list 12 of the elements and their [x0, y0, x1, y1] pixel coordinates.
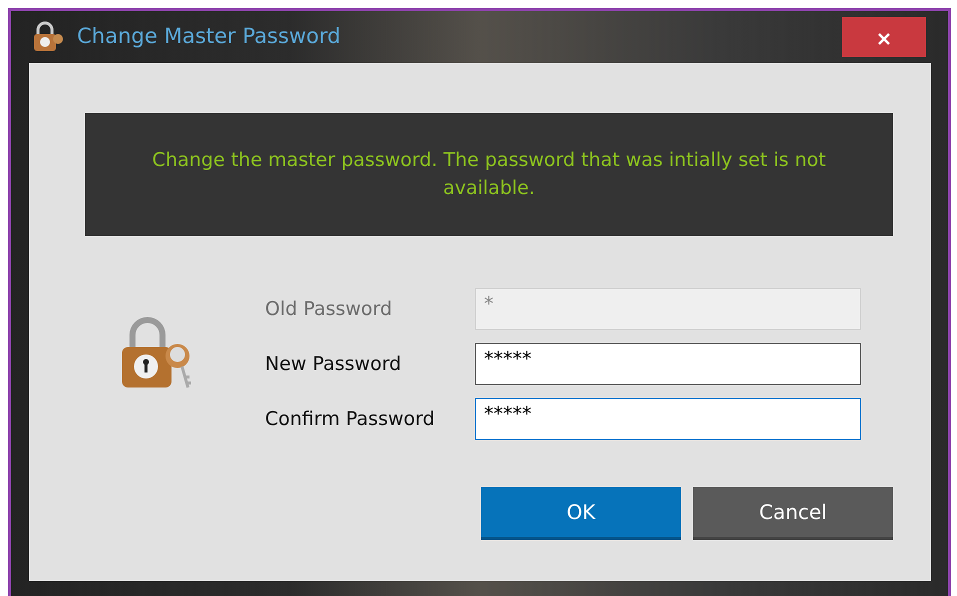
- password-field[interactable]: *****: [475, 343, 861, 386]
- field-label: Old Password: [265, 296, 394, 322]
- ok-button[interactable]: OK: [481, 487, 681, 540]
- window-title: Change Master Password: [77, 23, 341, 50]
- field-label: New Password: [265, 352, 402, 377]
- close-icon: [877, 32, 891, 46]
- password-field[interactable]: *****: [475, 398, 861, 440]
- info-message: Change the master password. The password that was intially set is not available.: [85, 113, 893, 236]
- cancel-button[interactable]: Cancel: [693, 487, 893, 540]
- close-button[interactable]: [842, 17, 926, 57]
- field-label: Confirm Password: [265, 406, 436, 432]
- lock-icon: [31, 21, 65, 53]
